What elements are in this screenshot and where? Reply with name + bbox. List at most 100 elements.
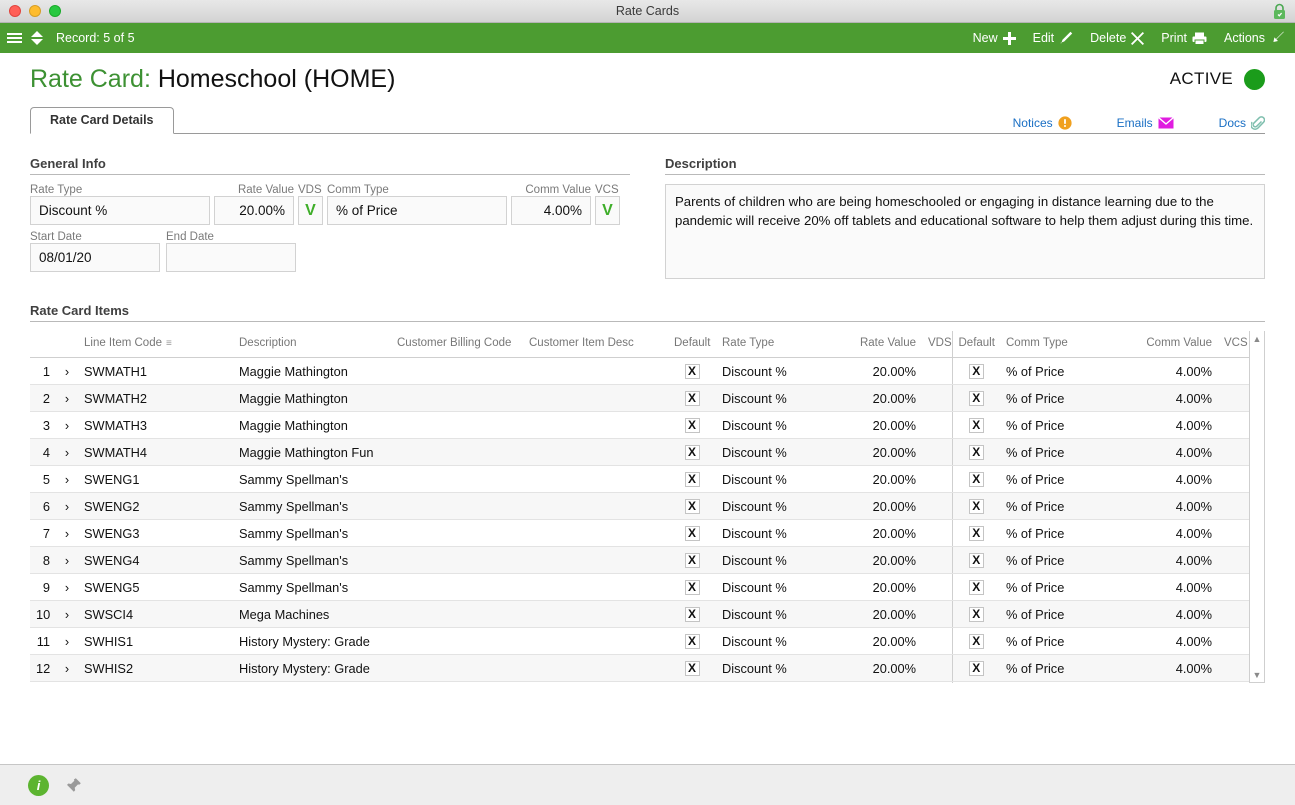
default-rate-checkbox[interactable]: X — [684, 364, 700, 379]
info-icon[interactable]: i — [28, 774, 49, 796]
chevron-right-icon[interactable]: › — [56, 357, 78, 385]
rate-value-field[interactable]: 20.00% — [214, 196, 294, 225]
cell-default-rate[interactable]: X — [668, 384, 716, 412]
cell-default-comm[interactable]: X — [951, 384, 1000, 412]
table-row[interactable]: 7 › SWENG3 Sammy Spellman's X Discount % 20.00… — [30, 519, 1265, 547]
cell-default-rate[interactable]: X — [668, 681, 716, 683]
table-row[interactable]: 1 › SWMATH1 Maggie Mathington X Discount % 20.… — [30, 357, 1265, 385]
default-comm-checkbox[interactable]: X — [968, 418, 984, 433]
cell-default-rate[interactable]: X — [668, 438, 716, 466]
hamburger-icon[interactable] — [7, 33, 22, 43]
cell-default-rate[interactable]: X — [668, 519, 716, 547]
col-vds[interactable]: VDS — [922, 331, 952, 358]
table-row[interactable]: 2 › SWMATH2 Maggie Mathington X Discount % 20.… — [30, 384, 1265, 412]
cell-default-rate[interactable]: X — [668, 627, 716, 655]
default-comm-checkbox[interactable]: X — [968, 472, 984, 487]
cell-default-rate[interactable]: X — [668, 357, 716, 385]
default-rate-checkbox[interactable]: X — [684, 553, 700, 568]
delete-button[interactable]: Delete — [1090, 31, 1145, 45]
cell-default-comm[interactable]: X — [951, 519, 1000, 547]
default-comm-checkbox[interactable]: X — [968, 445, 984, 460]
default-comm-checkbox[interactable]: X — [968, 391, 984, 406]
cell-default-comm[interactable]: X — [951, 438, 1000, 466]
chevron-right-icon[interactable]: › — [56, 573, 78, 601]
col-rate-type[interactable]: Rate Type — [716, 331, 838, 358]
cell-default-rate[interactable]: X — [668, 411, 716, 439]
chevron-right-icon[interactable]: › — [56, 519, 78, 547]
default-comm-checkbox[interactable]: X — [968, 607, 984, 622]
chevron-right-icon[interactable]: › — [56, 438, 78, 466]
scroll-up-icon[interactable]: ▲ — [1250, 331, 1264, 346]
cell-default-comm[interactable]: X — [951, 411, 1000, 439]
description-field[interactable]: Parents of children who are being homesc… — [665, 184, 1265, 279]
col-rate-value[interactable]: Rate Value — [838, 331, 922, 358]
chevron-right-icon[interactable]: › — [56, 384, 78, 412]
cell-default-rate[interactable]: X — [668, 492, 716, 520]
end-date-field[interactable] — [166, 243, 296, 272]
default-rate-checkbox[interactable]: X — [684, 391, 700, 406]
tab-rate-card-details[interactable]: Rate Card Details — [30, 107, 174, 134]
cell-default-rate[interactable]: X — [668, 465, 716, 493]
docs-link[interactable]: Docs — [1219, 116, 1266, 130]
default-comm-checkbox[interactable]: X — [968, 661, 984, 676]
pushpin-icon[interactable] — [65, 777, 82, 794]
default-comm-checkbox[interactable]: X — [968, 580, 984, 595]
cell-default-comm[interactable]: X — [951, 492, 1000, 520]
table-row[interactable]: 3 › SWMATH3 Maggie Mathington X Discount % 20.… — [30, 411, 1265, 439]
lock-icon[interactable] — [1272, 3, 1287, 20]
table-row[interactable]: 8 › SWENG4 Sammy Spellman's X Discount % 20.00… — [30, 546, 1265, 574]
chevron-right-icon[interactable]: › — [56, 654, 78, 682]
cell-default-comm[interactable]: X — [951, 546, 1000, 574]
default-rate-checkbox[interactable]: X — [684, 607, 700, 622]
edit-button[interactable]: Edit — [1033, 31, 1074, 45]
default-rate-checkbox[interactable]: X — [684, 472, 700, 487]
vds-button[interactable]: V — [298, 196, 323, 225]
table-row[interactable]: 12 › SWHIS2 History Mystery: Grade X Discount… — [30, 654, 1265, 682]
items-vertical-scrollbar[interactable]: ▲ ▼ — [1249, 331, 1265, 683]
items-table-scroll-area[interactable]: Line Item Code ≡ Description Customer Bil… — [30, 331, 1265, 683]
col-customer-item-desc[interactable]: Customer Item Desc — [523, 331, 668, 358]
default-rate-checkbox[interactable]: X — [684, 526, 700, 541]
actions-button[interactable]: Actions — [1224, 31, 1284, 45]
cell-default-comm[interactable]: X — [951, 681, 1000, 683]
cell-default-comm[interactable]: X — [951, 600, 1000, 628]
comm-type-field[interactable]: % of Price — [327, 196, 507, 225]
cell-default-rate[interactable]: X — [668, 573, 716, 601]
table-row[interactable]: 10 › SWSCI4 Mega Machines X Discount % 20.00% X… — [30, 600, 1265, 628]
col-default-rate[interactable]: Default — [668, 331, 716, 358]
chevron-right-icon[interactable]: › — [56, 411, 78, 439]
scroll-down-icon[interactable]: ▼ — [1250, 667, 1264, 682]
emails-link[interactable]: Emails — [1117, 116, 1174, 130]
chevron-right-icon[interactable]: › — [56, 546, 78, 574]
chevron-right-icon[interactable]: › — [56, 492, 78, 520]
default-comm-checkbox[interactable]: X — [968, 364, 984, 379]
default-rate-checkbox[interactable]: X — [684, 445, 700, 460]
cell-default-comm[interactable]: X — [951, 627, 1000, 655]
table-row[interactable]: 13›SWHIS3History Mystery: GradeXDiscount… — [30, 681, 1265, 683]
table-row[interactable]: 6 › SWENG2 Sammy Spellman's X Discount % 20.00… — [30, 492, 1265, 520]
vcs-button[interactable]: V — [595, 196, 620, 225]
col-default-comm[interactable]: Default — [951, 331, 1000, 358]
sort-icon[interactable]: ≡ — [166, 338, 172, 349]
table-row[interactable]: 4 › SWMATH4 Maggie Mathington Fun X Discount … — [30, 438, 1265, 466]
default-comm-checkbox[interactable]: X — [968, 526, 984, 541]
default-rate-checkbox[interactable]: X — [684, 634, 700, 649]
cell-default-comm[interactable]: X — [951, 654, 1000, 682]
record-nav-updown-icon[interactable] — [31, 31, 43, 45]
chevron-right-icon[interactable]: › — [56, 600, 78, 628]
col-customer-billing-code[interactable]: Customer Billing Code — [391, 331, 523, 358]
chevron-right-icon[interactable]: › — [56, 681, 78, 683]
default-comm-checkbox[interactable]: X — [968, 553, 984, 568]
comm-value-field[interactable]: 4.00% — [511, 196, 591, 225]
cell-default-rate[interactable]: X — [668, 600, 716, 628]
table-row[interactable]: 5 › SWENG1 Sammy Spellman's X Discount % 20.00… — [30, 465, 1265, 493]
col-description[interactable]: Description — [233, 331, 391, 358]
notices-link[interactable]: Notices — [1013, 116, 1072, 130]
default-rate-checkbox[interactable]: X — [684, 661, 700, 676]
col-vcs[interactable]: VCS — [1218, 331, 1250, 358]
cell-default-comm[interactable]: X — [951, 573, 1000, 601]
table-row[interactable]: 11 › SWHIS1 History Mystery: Grade X Discount… — [30, 627, 1265, 655]
default-comm-checkbox[interactable]: X — [968, 634, 984, 649]
cell-default-rate[interactable]: X — [668, 654, 716, 682]
chevron-right-icon[interactable]: › — [56, 465, 78, 493]
